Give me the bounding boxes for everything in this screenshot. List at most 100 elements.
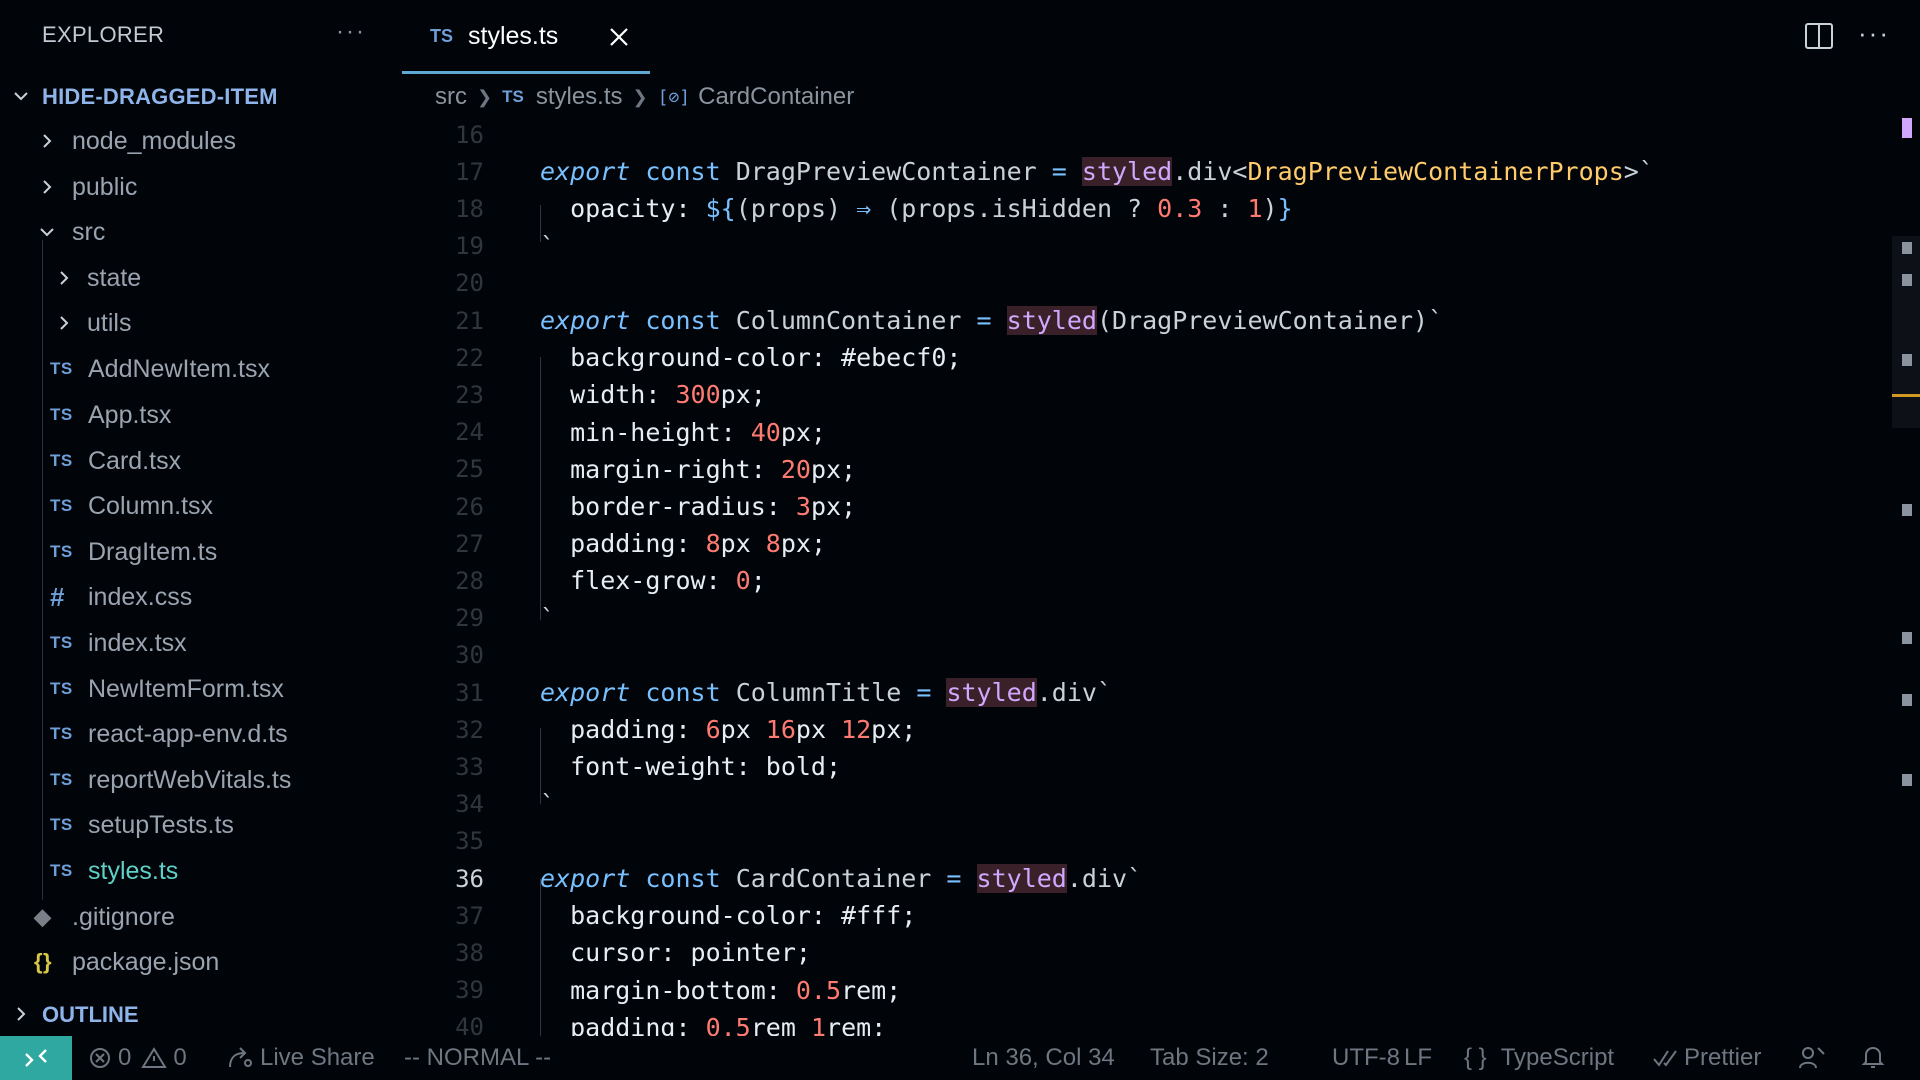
- code-line[interactable]: 34 `: [402, 786, 1892, 823]
- code-line[interactable]: 16: [402, 122, 1892, 153]
- line-number: 34: [455, 790, 484, 819]
- tree-item-label: styles.ts: [88, 856, 179, 885]
- line-number: 35: [455, 827, 484, 856]
- tree-item-public[interactable]: public: [0, 167, 402, 207]
- language-mode[interactable]: { } TypeScript: [1464, 1044, 1614, 1072]
- line-number: 38: [455, 938, 484, 967]
- code-line[interactable]: 35: [402, 823, 1892, 860]
- tree-item-gitignore[interactable]: ◆ .gitignore: [0, 897, 402, 937]
- explorer-more-icon[interactable]: ···: [336, 18, 366, 46]
- code-line[interactable]: 18 opacity: ${(props) ⇒ (props.isHidden …: [402, 190, 1892, 227]
- tree-item-label: react-app-env.d.ts: [88, 719, 288, 748]
- problems-indicator[interactable]: 0 0: [88, 1044, 187, 1072]
- remote-icon: [25, 1049, 47, 1067]
- code-line[interactable]: 19 `: [402, 228, 1892, 265]
- code-text: padding: 8px 8px;: [540, 529, 827, 559]
- code-editor[interactable]: 16 17 export const DragPreviewContainer = …: [402, 122, 1892, 1036]
- code-line[interactable]: 23 width: 300px;: [402, 376, 1892, 413]
- code-line[interactable]: 36 export const CardContainer = styled.di…: [402, 860, 1892, 897]
- line-number: 18: [455, 194, 484, 223]
- code-text: border-radius: 3px;: [540, 492, 857, 521]
- live-share-button[interactable]: Live Share: [226, 1044, 375, 1072]
- code-line[interactable]: 31 export const ColumnTitle = styled.div`: [402, 674, 1892, 711]
- vim-mode: -- NORMAL --: [404, 1044, 551, 1072]
- project-folder-row[interactable]: HIDE-DRAGGED-ITEM: [0, 80, 402, 112]
- tree-item-index-css[interactable]: # index.css: [0, 577, 402, 617]
- typescript-file-icon: TS: [430, 26, 454, 46]
- tree-item-card[interactable]: TS Card.tsx: [0, 441, 402, 481]
- code-line[interactable]: 29 `: [402, 600, 1892, 637]
- prettier-status[interactable]: Prettier: [1652, 1044, 1761, 1072]
- outline-section[interactable]: OUTLINE: [0, 998, 402, 1030]
- tree-item-setuptests[interactable]: TS setupTests.ts: [0, 805, 402, 845]
- status-bar: 0 0 Live Share -- NORMAL -- Ln 36, Col 3…: [0, 1036, 1920, 1080]
- code-line[interactable]: 38 cursor: pointer;: [402, 934, 1892, 971]
- line-number: 25: [455, 455, 484, 484]
- tree-item-app[interactable]: TS App.tsx: [0, 395, 402, 435]
- code-line[interactable]: 32 padding: 6px 16px 12px;: [402, 711, 1892, 748]
- overview-ruler-mark: [1902, 774, 1912, 786]
- code-line[interactable]: 17 export const DragPreviewContainer = st…: [402, 153, 1892, 190]
- tree-item-node-modules[interactable]: node_modules: [0, 121, 402, 161]
- code-line[interactable]: 28 flex-grow: 0;: [402, 562, 1892, 599]
- breadcrumb-file[interactable]: styles.ts: [536, 83, 623, 111]
- tree-item-index-tsx[interactable]: TS index.tsx: [0, 623, 402, 663]
- code-text: opacity: ${(props) ⇒ (props.isHidden ? 0…: [540, 194, 1293, 224]
- check-double-icon: [1653, 1050, 1677, 1067]
- code-line[interactable]: 30: [402, 637, 1892, 674]
- code-line[interactable]: 26 border-radius: 3px;: [402, 488, 1892, 525]
- code-line[interactable]: 21 export const ColumnContainer = styled(…: [402, 302, 1892, 339]
- tab-styles-ts[interactable]: TS styles.ts: [402, 0, 650, 74]
- tree-item-newitemform[interactable]: TS NewItemForm.tsx: [0, 669, 402, 709]
- encoding[interactable]: UTF-8: [1332, 1044, 1400, 1072]
- cursor-position[interactable]: Ln 36, Col 34: [972, 1044, 1115, 1072]
- breadcrumb-src[interactable]: src: [435, 83, 467, 111]
- line-number: 24: [455, 418, 484, 447]
- code-line[interactable]: 22 background-color: #ebecf0;: [402, 339, 1892, 376]
- tree-item-column[interactable]: TS Column.tsx: [0, 486, 402, 526]
- overview-ruler-mark: [1902, 274, 1912, 286]
- tree-item-state[interactable]: state: [0, 258, 402, 298]
- tree-item-addnewitem[interactable]: TS AddNewItem.tsx: [0, 349, 402, 389]
- tree-item-package-json[interactable]: {} package.json: [0, 942, 402, 982]
- code-text: cursor: pointer;: [540, 938, 811, 968]
- tree-item-reportwebvitals[interactable]: TS reportWebVitals.ts: [0, 760, 402, 800]
- tree-item-src[interactable]: src: [0, 212, 402, 252]
- line-number: 21: [455, 306, 484, 335]
- scrollbar-thumb[interactable]: [1892, 236, 1920, 428]
- typescript-file-icon: TS: [50, 679, 73, 698]
- breadcrumb-symbol[interactable]: CardContainer: [698, 83, 854, 111]
- tree-item-utils[interactable]: utils: [0, 303, 402, 343]
- tree-item-react-app-env[interactable]: TS react-app-env.d.ts: [0, 714, 402, 754]
- code-line[interactable]: 20: [402, 265, 1892, 302]
- end-of-line[interactable]: LF: [1404, 1044, 1432, 1072]
- chevron-right-icon: [36, 130, 58, 152]
- code-line[interactable]: 24 min-height: 40px;: [402, 414, 1892, 451]
- remote-indicator[interactable]: [0, 1036, 72, 1080]
- vim-mode-label: -- NORMAL --: [404, 1044, 552, 1071]
- tree-item-label: public: [72, 172, 138, 201]
- code-line[interactable]: 25 margin-right: 20px;: [402, 451, 1892, 488]
- code-line[interactable]: 37 background-color: #fff;: [402, 897, 1892, 934]
- code-line[interactable]: 27 padding: 8px 8px;: [402, 525, 1892, 562]
- code-text: background-color: #fff;: [540, 901, 917, 931]
- editor-more-icon[interactable]: ···: [1858, 18, 1890, 49]
- line-number: 17: [455, 157, 484, 186]
- code-line[interactable]: 39 margin-bottom: 0.5rem;: [402, 972, 1892, 1009]
- split-editor-icon[interactable]: [1804, 22, 1834, 50]
- tree-item-dragitem[interactable]: TS DragItem.ts: [0, 532, 402, 572]
- tree-item-label: src: [72, 217, 106, 246]
- tab-size[interactable]: Tab Size: 2: [1150, 1044, 1269, 1072]
- code-line[interactable]: 40 padding: 0.5rem 1rem;: [402, 1009, 1892, 1036]
- notifications-button[interactable]: [1860, 1044, 1892, 1070]
- feedback-button[interactable]: [1798, 1044, 1832, 1070]
- tree-item-label: state: [87, 263, 142, 292]
- tree-item-styles-active[interactable]: TS styles.ts: [0, 851, 402, 891]
- code-line[interactable]: 33 font-weight: bold;: [402, 748, 1892, 785]
- close-icon[interactable]: [606, 24, 632, 50]
- tree-item-label: AddNewItem.tsx: [88, 354, 271, 383]
- typescript-file-icon: TS: [50, 815, 73, 834]
- overview-ruler-mark: [1902, 118, 1912, 138]
- line-number: 39: [455, 976, 484, 1005]
- line-number: 32: [455, 715, 484, 744]
